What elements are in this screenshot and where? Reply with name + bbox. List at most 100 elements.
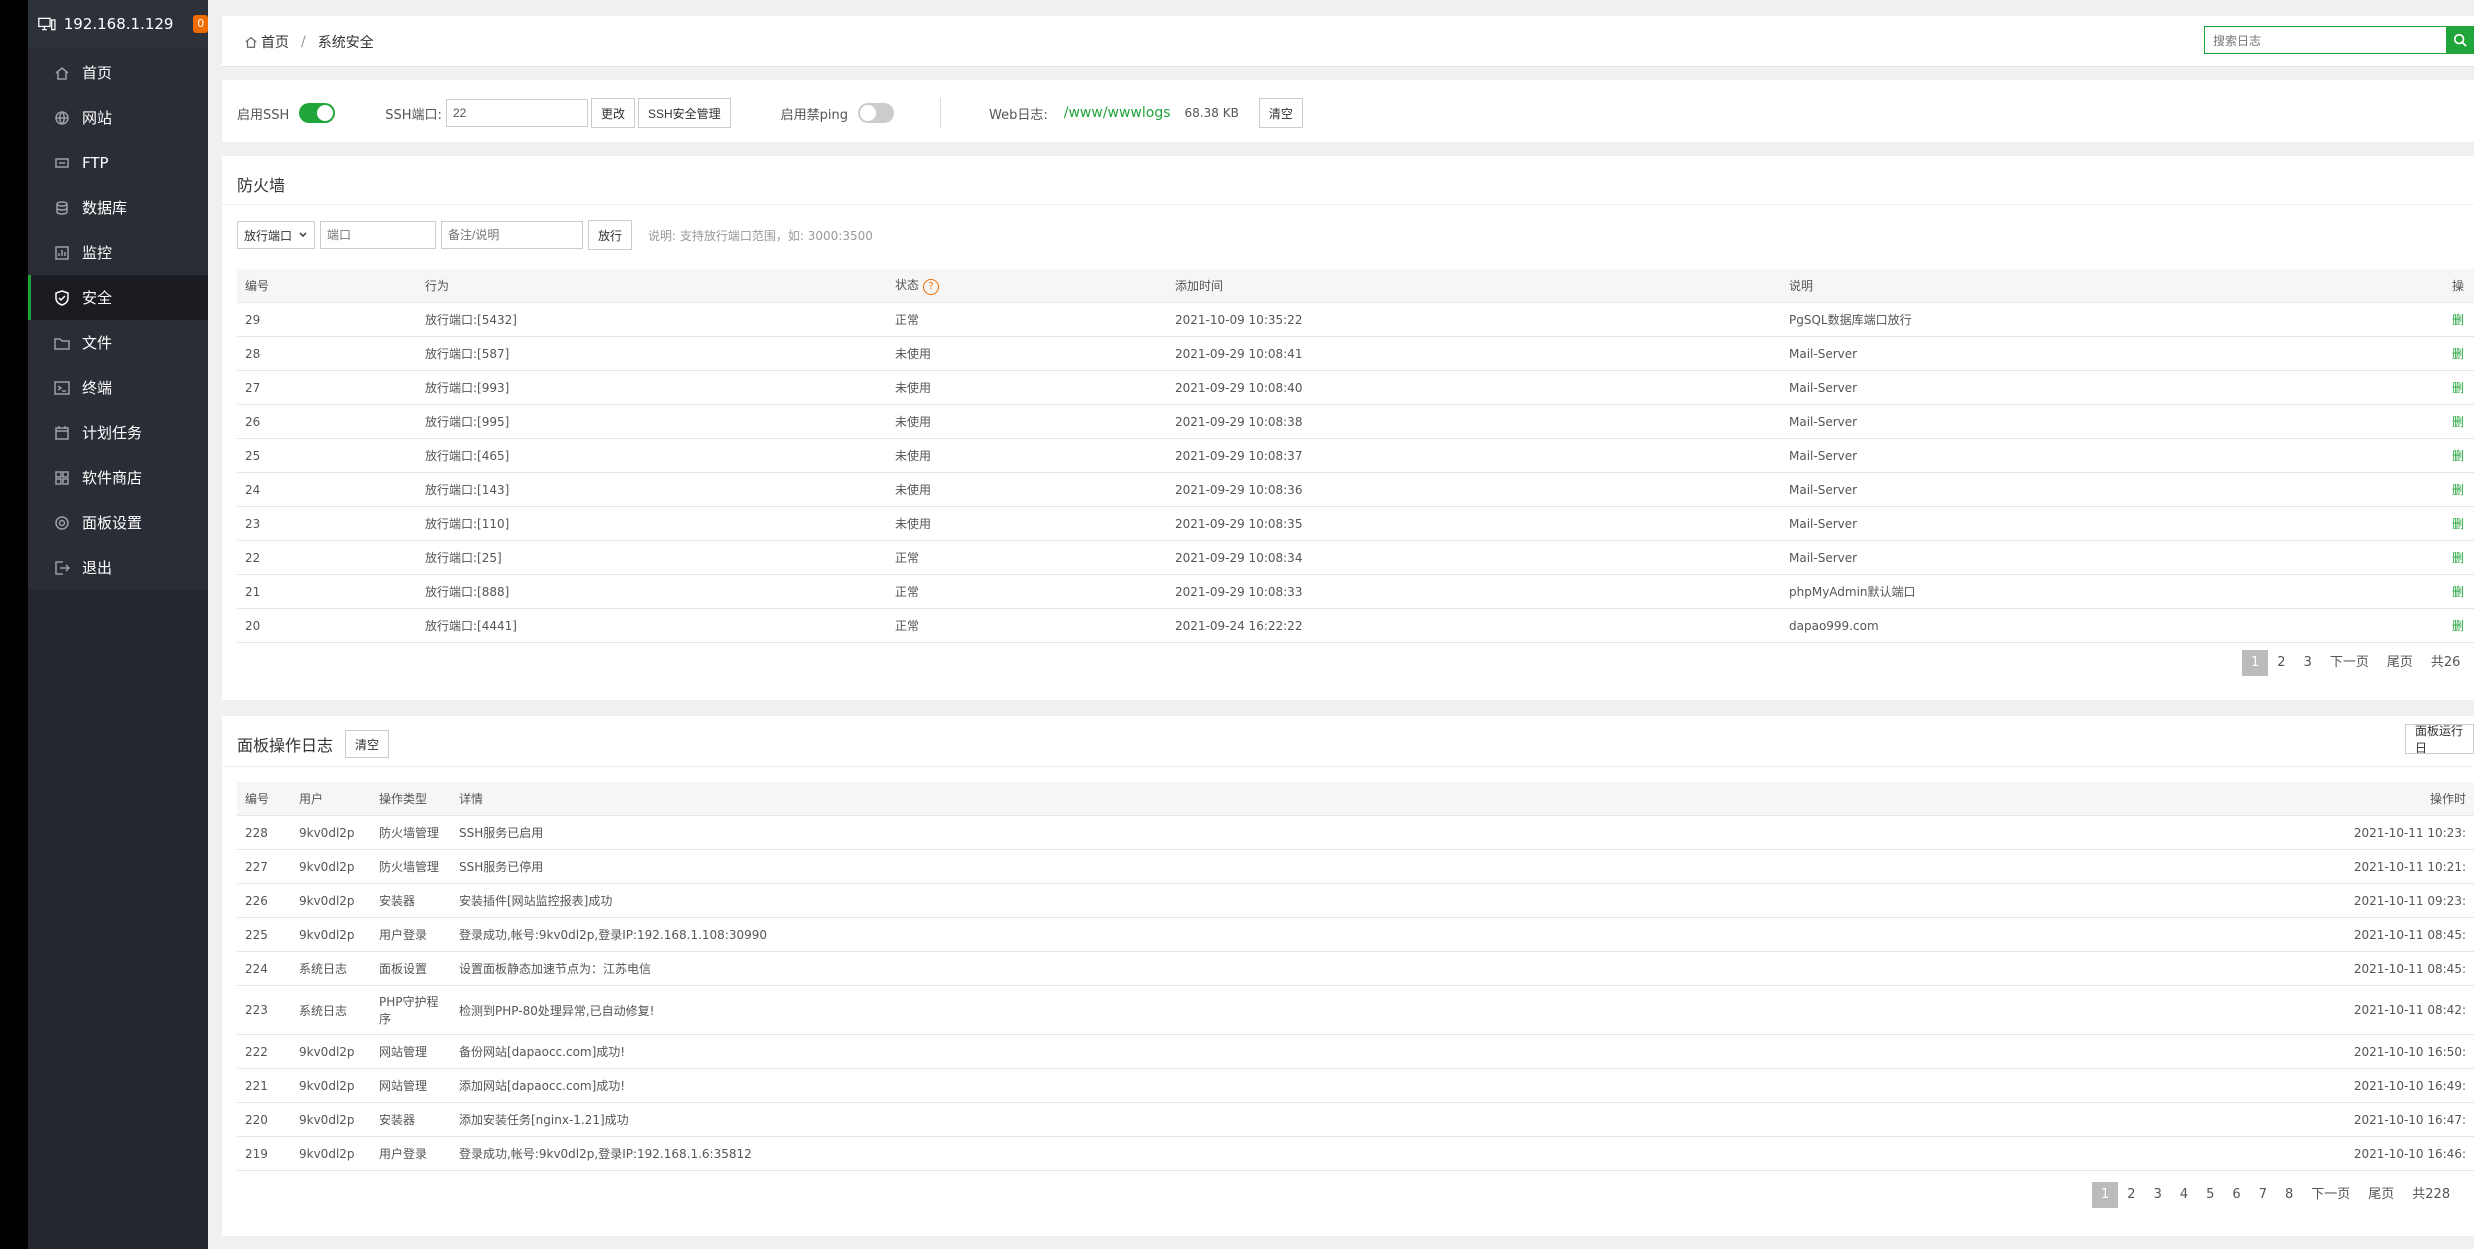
delete-link[interactable]: 删	[2444, 540, 2474, 575]
cell-user: 9kv0dl2p	[291, 1136, 371, 1171]
logout-icon	[55, 560, 70, 575]
sidebar-item-settings[interactable]: 面板设置	[28, 500, 208, 545]
change-port-button[interactable]: 更改	[590, 98, 635, 128]
sidebar-item-terminal[interactable]: 终端	[28, 365, 208, 410]
total-count: 共26	[2430, 655, 2461, 670]
cell-detail: 备份网站[dapaocc.com]成功!	[451, 1034, 2024, 1069]
firewall-hint: 说明: 支持放行端口范围，如: 3000:3500	[648, 228, 873, 243]
cell-time: 2021-10-11 09:23:	[2024, 883, 2474, 918]
cell-id: 226	[237, 883, 291, 918]
cell-time: 2021-10-11 08:42:	[2024, 985, 2474, 1035]
page-1[interactable]: 1	[2092, 1182, 2119, 1208]
rule-type-select[interactable]: 放行端口	[237, 221, 315, 249]
clear-log-button[interactable]: 清空	[345, 730, 390, 758]
next-page[interactable]: 下一页	[2321, 650, 2378, 676]
last-page[interactable]: 尾页	[2359, 1182, 2403, 1208]
cell-detail: 检测到PHP-80处理异常,已自动修复!	[451, 985, 2024, 1035]
cell-time: 2021-10-10 16:50:	[2024, 1034, 2474, 1069]
page-5[interactable]: 5	[2197, 1182, 2223, 1208]
delete-link[interactable]: 删	[2444, 370, 2474, 405]
sidebar-item-files[interactable]: 文件	[28, 320, 208, 365]
cell-time: 2021-10-10 16:47:	[2024, 1102, 2474, 1137]
sidebar-item-ftp[interactable]: FTP	[28, 140, 208, 185]
table-row: 21 放行端口:[888] 正常 2021-09-29 10:08:33 phpMyAd…	[237, 574, 2474, 609]
delete-link[interactable]: 删	[2444, 302, 2474, 337]
cell-type: 安装器	[371, 1102, 451, 1137]
notification-badge[interactable]: 0	[193, 15, 208, 33]
page-2[interactable]: 2	[2118, 1182, 2144, 1208]
sidebar-item-logout[interactable]: 退出	[28, 545, 208, 590]
operation-log-panel: 面板操作日志 清空 面板运行日 编号 用户 操作类型 详情 操作时 228 9kv…	[222, 716, 2474, 1236]
cell-status: 未使用	[887, 438, 1167, 473]
run-log-button[interactable]: 面板运行日	[2405, 724, 2474, 755]
page-6[interactable]: 6	[2223, 1182, 2249, 1208]
cell-action: 放行端口:[465]	[417, 438, 887, 473]
sidebar-menu: 首页 网站 FTP 数据库 监控 安全 文件 终端 计划任务 软件商店 面板设置…	[28, 48, 208, 590]
cell-detail: 登录成功,帐号:9kv0dl2p,登录IP:192.168.1.108:3099…	[451, 917, 2024, 952]
sidebar-item-database[interactable]: 数据库	[28, 185, 208, 230]
page-7[interactable]: 7	[2250, 1182, 2276, 1208]
page-3[interactable]: 3	[2295, 650, 2321, 676]
ssh-manage-button[interactable]: SSH安全管理	[637, 98, 731, 128]
sidebar-item-home[interactable]: 首页	[28, 50, 208, 95]
delete-link[interactable]: 删	[2444, 472, 2474, 507]
cell-status: 正常	[887, 302, 1167, 337]
cell-status: 正常	[887, 608, 1167, 643]
cell-action: 放行端口:[993]	[417, 370, 887, 405]
note-input[interactable]	[441, 221, 583, 249]
sidebar-item-label: 网站	[82, 109, 113, 127]
terminal-icon	[54, 380, 70, 395]
cell-note: PgSQL数据库端口放行	[1781, 302, 2444, 337]
allow-port-button[interactable]: 放行	[588, 220, 633, 250]
sidebar-item-website[interactable]: 网站	[28, 95, 208, 140]
top-bar: 首页 / 系统安全	[222, 16, 2474, 67]
delete-link[interactable]: 删	[2444, 574, 2474, 609]
delete-link[interactable]: 删	[2444, 336, 2474, 371]
ssh-toggle[interactable]	[299, 103, 336, 123]
cell-type: 防火墙管理	[371, 815, 451, 850]
page-8[interactable]: 8	[2276, 1182, 2302, 1208]
sidebar-item-cron[interactable]: 计划任务	[28, 410, 208, 455]
breadcrumb-current: 系统安全	[317, 35, 374, 51]
ssh-port-input[interactable]	[445, 99, 588, 127]
cell-note: dapao999.com	[1781, 608, 2444, 643]
delete-link[interactable]: 删	[2444, 404, 2474, 439]
search-button[interactable]	[2446, 26, 2474, 54]
cell-note: Mail-Server	[1781, 472, 2444, 507]
database-icon	[56, 200, 68, 215]
page-2[interactable]: 2	[2268, 650, 2294, 676]
cell-time: 2021-10-10 16:49:	[2024, 1068, 2474, 1103]
clear-weblog-button[interactable]: 清空	[1258, 98, 1303, 128]
table-row: 219 9kv0dl2p 用户登录 登录成功,帐号:9kv0dl2p,登录IP:192…	[237, 1136, 2474, 1171]
total-count: 共228	[2412, 1187, 2451, 1202]
page-3[interactable]: 3	[2145, 1182, 2171, 1208]
cell-id: 26	[237, 404, 417, 439]
search-input[interactable]	[2205, 27, 2455, 55]
last-page[interactable]: 尾页	[2378, 650, 2422, 676]
cell-status: 未使用	[887, 336, 1167, 371]
breadcrumb-home[interactable]: 首页	[261, 32, 289, 52]
next-page[interactable]: 下一页	[2302, 1182, 2359, 1208]
help-icon[interactable]: ?	[923, 279, 940, 295]
cell-user: 系统日志	[291, 985, 371, 1035]
table-row: 223 系统日志 PHP守护程序 检测到PHP-80处理异常,已自动修复! 2021-1…	[237, 985, 2474, 1035]
page-1[interactable]: 1	[2242, 650, 2269, 676]
delete-link[interactable]: 删	[2444, 438, 2474, 473]
port-input[interactable]	[320, 221, 436, 249]
col-time: 添加时间	[1167, 269, 1781, 303]
delete-link[interactable]: 删	[2444, 608, 2474, 643]
sidebar-item-label: 面板设置	[82, 514, 143, 532]
sidebar-item-monitor[interactable]: 监控	[28, 230, 208, 275]
delete-link[interactable]: 删	[2444, 506, 2474, 541]
sidebar-item-security[interactable]: 安全	[28, 275, 208, 320]
ping-toggle[interactable]	[858, 103, 895, 123]
table-row: 227 9kv0dl2p 防火墙管理 SSH服务已停用 2021-10-11 10:21…	[237, 849, 2474, 884]
col-action: 行为	[417, 269, 887, 303]
table-row: 28 放行端口:[587] 未使用 2021-09-29 10:08:41 Mail-S…	[237, 336, 2474, 371]
page-4[interactable]: 4	[2171, 1182, 2197, 1208]
divider	[222, 766, 2474, 767]
col-status-label: 状态	[895, 278, 920, 292]
sidebar-item-store[interactable]: 软件商店	[28, 455, 208, 500]
cell-action: 放行端口:[995]	[417, 404, 887, 439]
weblog-path-link[interactable]: /www/wwwlogs	[1064, 105, 1171, 121]
